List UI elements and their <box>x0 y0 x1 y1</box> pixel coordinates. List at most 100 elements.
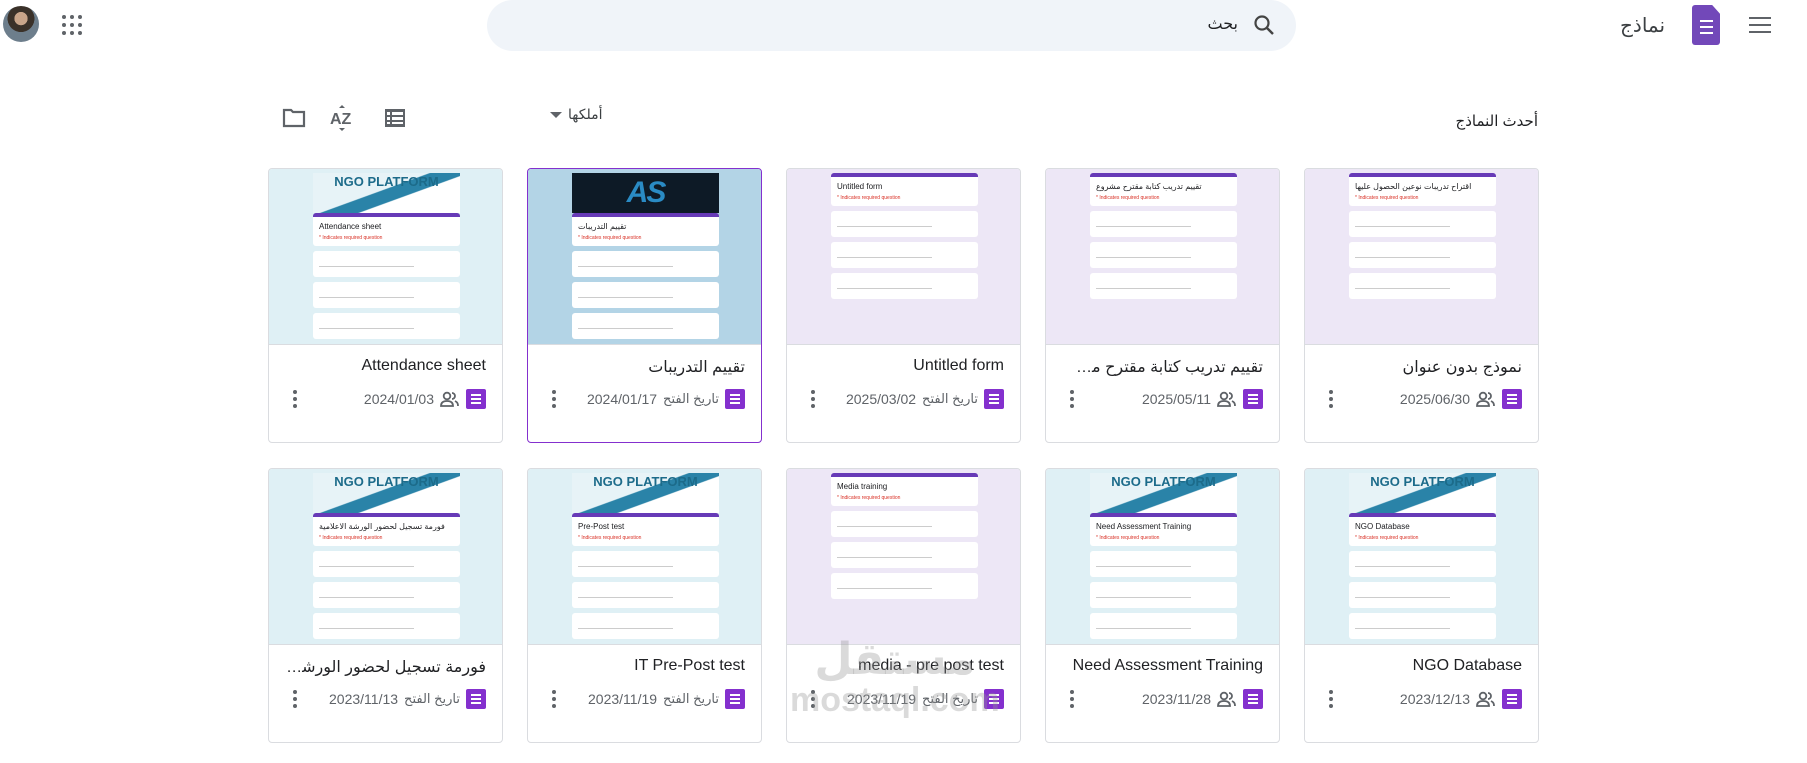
more-options-icon[interactable] <box>544 387 564 411</box>
form-card[interactable]: تقييم تدريب كتابة مقترح مشروع * Indicates… <box>1045 168 1280 443</box>
form-preview-title: اقتراح تدريبات نوعين الحصول عليها <box>1355 182 1472 191</box>
form-question-preview <box>572 551 719 577</box>
form-card[interactable]: NGO PLATFORM Need Assessment Training * I… <box>1045 468 1280 743</box>
form-title-box: Untitled form * Indicates required questi… <box>831 173 978 206</box>
owner-filter-label: أملكها <box>568 106 603 122</box>
form-card[interactable]: NGO PLATFORM NGO Database * Indicates req… <box>1304 468 1539 743</box>
more-options-icon[interactable] <box>1321 687 1341 711</box>
form-thumbnail[interactable]: Media training * Indicates required quest… <box>787 469 1020 645</box>
form-question-preview <box>313 551 460 577</box>
form-card[interactable]: Untitled form * Indicates required questi… <box>786 168 1021 443</box>
form-preview-title: Pre-Post test <box>578 522 625 531</box>
form-thumbnail[interactable]: Untitled form * Indicates required questi… <box>787 169 1020 345</box>
form-preview-title: Untitled form <box>837 182 883 191</box>
form-question-preview <box>313 582 460 608</box>
sort-az-button[interactable]: AZ <box>328 104 356 132</box>
form-thumbnail[interactable]: اقتراح تدريبات نوعين الحصول عليها * Indic… <box>1305 169 1538 345</box>
form-banner: NGO PLATFORM <box>313 473 460 513</box>
form-card[interactable]: Media training * Indicates required quest… <box>786 468 1021 743</box>
forms-logo-icon[interactable] <box>1692 5 1720 45</box>
open-file-picker-button[interactable] <box>280 104 308 132</box>
form-thumbnail[interactable]: NGO PLATFORM فورمة تسجيل لحضور الورشة ال… <box>269 469 502 645</box>
form-thumbnail[interactable]: AS تقييم التدريبات * Indicates required q… <box>528 169 761 345</box>
card-info: Need Assessment Training 2023/11/28 <box>1046 645 1279 711</box>
form-title-box: اقتراح تدريبات نوعين الحصول عليها * Indic… <box>1349 173 1496 206</box>
card-info: نموذج بدون عنوان 2025/06/30 <box>1305 345 1538 411</box>
opened-label: تاريخ الفتح <box>922 391 978 406</box>
menu-bar <box>1749 24 1771 26</box>
form-date: 2023/12/13 <box>1399 691 1470 707</box>
form-question-preview <box>1349 273 1496 299</box>
form-question-preview <box>1349 582 1496 608</box>
form-thumbnail[interactable]: NGO PLATFORM Attendance sheet * Indicates… <box>269 169 502 345</box>
form-title-box: Media training * Indicates required quest… <box>831 473 978 506</box>
search-icon[interactable] <box>1252 13 1276 37</box>
search-bar[interactable] <box>487 0 1296 51</box>
form-question-preview <box>1090 211 1237 237</box>
more-options-icon[interactable] <box>1321 387 1341 411</box>
form-date: 2024/01/03 <box>363 391 434 407</box>
card-info: IT Pre-Post test تاريخ الفتح 2023/11/19 <box>528 645 761 711</box>
form-card[interactable]: NGO PLATFORM Attendance sheet * Indicates… <box>268 168 503 443</box>
form-question-preview <box>572 613 719 639</box>
more-options-icon[interactable] <box>285 687 305 711</box>
form-card[interactable]: AS تقييم التدريبات * Indicates required q… <box>527 168 762 443</box>
form-question-preview <box>313 282 460 308</box>
form-preview-title: Attendance sheet <box>319 222 382 231</box>
more-options-icon[interactable] <box>1062 387 1082 411</box>
form-title-box: NGO Database * Indicates required questio… <box>1349 513 1496 546</box>
form-title-box: تقييم التدريبات * Indicates required ques… <box>572 213 719 246</box>
forms-icon <box>725 389 745 409</box>
form-title-box: Pre-Post test * Indicates required questi… <box>572 513 719 546</box>
form-preview: NGO PLATFORM Pre-Post test * Indicates re… <box>572 473 719 644</box>
form-title: NGO Database <box>1412 657 1522 674</box>
more-options-icon[interactable] <box>803 387 823 411</box>
more-options-icon[interactable] <box>285 387 305 411</box>
opened-label: تاريخ الفتح <box>922 691 978 706</box>
form-question-preview <box>572 582 719 608</box>
form-banner: AS <box>572 173 719 213</box>
card-info: Untitled form تاريخ الفتح 2025/03/02 <box>787 345 1020 411</box>
form-date: 2023/11/28 <box>1141 691 1211 707</box>
avatar[interactable] <box>3 6 39 42</box>
form-banner: NGO PLATFORM <box>1349 473 1496 513</box>
search-input[interactable] <box>638 12 1238 38</box>
form-preview: NGO PLATFORM Attendance sheet * Indicates… <box>313 173 460 344</box>
form-question-preview <box>572 251 719 277</box>
card-info: media - pre post test تاريخ الفتح 2023/1… <box>787 645 1020 711</box>
form-thumbnail[interactable]: NGO PLATFORM Pre-Post test * Indicates re… <box>528 469 761 645</box>
form-preview-title: NGO Database <box>1355 522 1410 531</box>
form-date: 2023/11/19 <box>847 691 917 707</box>
form-title-box: Need Assessment Training * Indicates requ… <box>1090 513 1237 546</box>
main-menu-button[interactable] <box>1747 14 1773 36</box>
form-preview: AS تقييم التدريبات * Indicates required q… <box>572 173 719 344</box>
form-question-preview <box>831 273 978 299</box>
more-options-icon[interactable] <box>803 687 823 711</box>
form-card[interactable]: NGO PLATFORM Pre-Post test * Indicates re… <box>527 468 762 743</box>
form-question-preview <box>1349 242 1496 268</box>
form-card[interactable]: NGO PLATFORM فورمة تسجيل لحضور الورشة ال… <box>268 468 503 743</box>
form-title: IT Pre-Post test <box>634 657 745 674</box>
form-question-preview <box>831 573 978 599</box>
card-info: NGO Database 2023/12/13 <box>1305 645 1538 711</box>
form-card[interactable]: اقتراح تدريبات نوعين الحصول عليها * Indic… <box>1304 168 1539 443</box>
form-thumbnail[interactable]: تقييم تدريب كتابة مقترح مشروع * Indicates… <box>1046 169 1279 345</box>
more-options-icon[interactable] <box>1062 687 1082 711</box>
opened-label: تاريخ الفتح <box>404 691 460 706</box>
recent-forms-grid: اقتراح تدريبات نوعين الحصول عليها * Indic… <box>268 168 1539 743</box>
form-banner: NGO PLATFORM <box>313 173 460 213</box>
form-thumbnail[interactable]: NGO PLATFORM Need Assessment Training * I… <box>1046 469 1279 645</box>
form-preview: تقييم تدريب كتابة مقترح مشروع * Indicates… <box>1090 173 1237 344</box>
forms-icon <box>984 689 1004 709</box>
form-question-preview <box>831 242 978 268</box>
more-options-icon[interactable] <box>544 687 564 711</box>
form-banner: NGO PLATFORM <box>1090 473 1237 513</box>
apps-grid-icon[interactable] <box>60 13 84 37</box>
forms-icon <box>1243 389 1263 409</box>
owner-filter-dropdown[interactable]: أملكها <box>550 106 602 123</box>
list-view-button[interactable] <box>381 104 409 132</box>
form-thumbnail[interactable]: NGO PLATFORM NGO Database * Indicates req… <box>1305 469 1538 645</box>
forms-icon <box>1502 389 1522 409</box>
shared-people-icon <box>1476 691 1495 707</box>
form-title: media - pre post test <box>858 657 1004 674</box>
